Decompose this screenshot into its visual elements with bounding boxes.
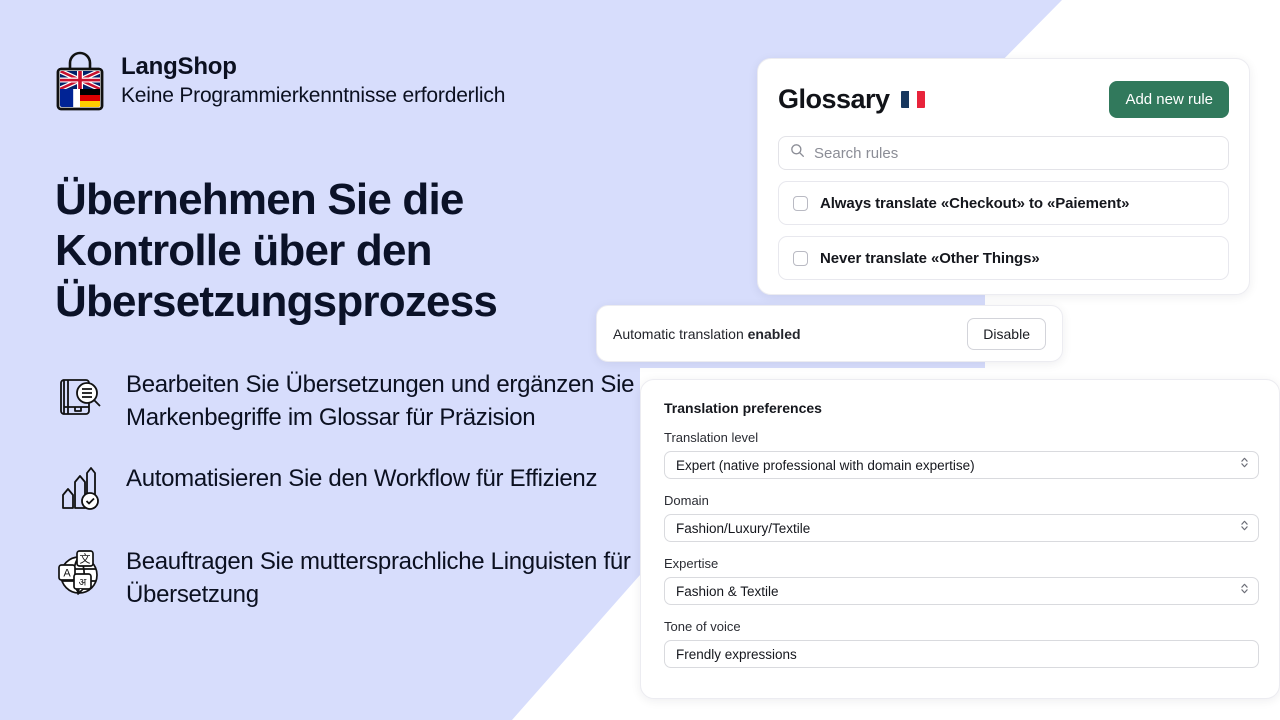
brand-tagline: Keine Programmierkenntnisse erforderlich xyxy=(121,84,506,108)
page-title: Übernehmen Sie die Kontrolle über den Üb… xyxy=(55,175,498,327)
glossary-title: Glossary xyxy=(778,84,890,114)
translation-level-select[interactable]: Expert (native professional with domain … xyxy=(664,451,1259,479)
translation-preferences-card: Translation preferences Translation leve… xyxy=(640,379,1280,699)
chevron-updown-icon xyxy=(1240,519,1249,538)
svg-text:文: 文 xyxy=(80,552,91,566)
search-placeholder: Search rules xyxy=(814,144,899,162)
search-icon xyxy=(790,143,805,163)
field-expertise: Expertise Fashion & Textile xyxy=(664,556,1259,605)
list-item: Automatisieren Sie den Workflow für Effi… xyxy=(55,463,655,517)
feature-label: Automatisieren Sie den Workflow für Effi… xyxy=(126,465,598,493)
field-translation-level: Translation level Expert (native profess… xyxy=(664,430,1259,479)
automatic-translation-status: Automatic translation enabled xyxy=(613,326,801,342)
field-label: Tone of voice xyxy=(664,619,741,634)
auto-status-prefix: Automatic translation xyxy=(613,325,748,342)
hero-section: LangShop Keine Programmierkenntnisse erf… xyxy=(55,50,655,612)
list-item[interactable]: Always translate «Checkout» to «Paiement… xyxy=(778,181,1229,225)
feature-label: Bearbeiten Sie Übersetzungen und ergänze… xyxy=(126,371,635,431)
rule-checkbox[interactable] xyxy=(793,250,808,266)
rule-label: Always translate «Checkout» to «Paiement… xyxy=(820,194,1130,212)
brand-header: LangShop Keine Programmierkenntnisse erf… xyxy=(55,50,655,112)
field-label: Domain xyxy=(664,493,709,508)
feature-list: Bearbeiten Sie Übersetzungen und ergänze… xyxy=(55,369,655,612)
growth-arrows-check-icon xyxy=(55,465,107,517)
brand-name: LangShop xyxy=(121,53,237,81)
glossary-card: Glossary Add new rule Search rules Alway… xyxy=(757,58,1250,295)
add-new-rule-button[interactable]: Add new rule xyxy=(1109,81,1229,118)
shopping-bag-flags-icon xyxy=(55,50,105,112)
svg-text:अ: अ xyxy=(79,578,87,589)
flag-france-icon xyxy=(900,91,925,108)
automatic-translation-bar: Automatic translation enabled Disable xyxy=(596,305,1063,362)
field-tone-of-voice: Tone of voice Frendly expressions xyxy=(664,619,1259,668)
field-value: Fashion/Luxury/Textile xyxy=(676,520,811,536)
list-item[interactable]: Never translate «Other Things» xyxy=(778,236,1229,280)
svg-text:A: A xyxy=(63,568,71,580)
promo-screenshot: LangShop Keine Programmierkenntnisse erf… xyxy=(0,0,1280,720)
field-label: Expertise xyxy=(664,556,719,571)
globe-translate-icon: A 文 अ xyxy=(55,548,107,600)
expertise-select[interactable]: Fashion & Textile xyxy=(664,577,1259,605)
preferences-title: Translation preferences xyxy=(664,400,822,416)
field-value: Fashion & Textile xyxy=(676,583,779,599)
domain-select[interactable]: Fashion/Luxury/Textile xyxy=(664,514,1259,542)
field-value: Expert (native professional with domain … xyxy=(676,457,975,473)
status-badge: enabled xyxy=(747,325,801,342)
rule-label: Never translate «Other Things» xyxy=(820,249,1040,267)
rule-checkbox[interactable] xyxy=(793,195,808,211)
field-domain: Domain Fashion/Luxury/Textile xyxy=(664,493,1259,542)
disable-button[interactable]: Disable xyxy=(967,317,1046,350)
field-value: Frendly expressions xyxy=(676,646,797,662)
search-input[interactable]: Search rules xyxy=(778,136,1229,170)
chevron-updown-icon xyxy=(1240,456,1249,475)
tone-of-voice-input[interactable]: Frendly expressions xyxy=(664,640,1259,668)
feature-label: Beauftragen Sie muttersprachliche Lingui… xyxy=(126,548,631,608)
list-item: Bearbeiten Sie Übersetzungen und ergänze… xyxy=(55,369,655,434)
chevron-updown-icon xyxy=(1240,582,1249,601)
book-magnifier-icon xyxy=(55,371,107,423)
list-item: A 文 अ Beauftragen Sie muttersprachliche … xyxy=(55,546,655,611)
glossary-header: Glossary Add new rule xyxy=(778,81,1229,118)
field-label: Translation level xyxy=(664,430,759,445)
